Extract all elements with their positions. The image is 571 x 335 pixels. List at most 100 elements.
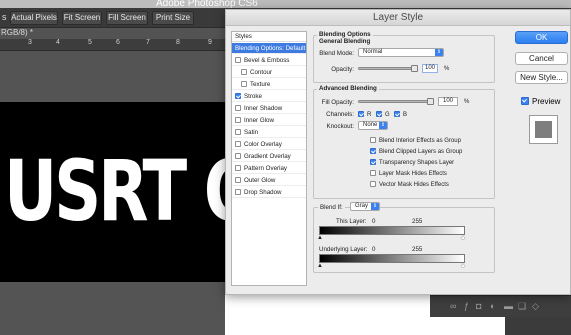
this-layer-white-slider[interactable]: ▲: [460, 235, 466, 241]
actual-pixels-button[interactable]: Actual Pixels: [10, 11, 58, 25]
blend-mode-select[interactable]: Normal ⇕: [358, 48, 444, 57]
styles-header[interactable]: Styles: [232, 32, 306, 42]
general-blending-title: General Blending: [319, 38, 371, 45]
link-icon[interactable]: ∞: [450, 301, 456, 311]
underlying-layer-gradient[interactable]: [319, 254, 465, 263]
print-size-button[interactable]: Print Size: [152, 11, 194, 25]
style-item-pattern-overlay[interactable]: Pattern Overlay: [232, 163, 306, 174]
fx-icon[interactable]: ƒ: [464, 301, 469, 311]
fill-opacity-slider[interactable]: [358, 98, 434, 105]
preview-checkbox[interactable]: Preview: [521, 97, 560, 106]
style-item-color-overlay[interactable]: Color Overlay: [232, 139, 306, 150]
style-item-label: Satin: [244, 129, 259, 136]
style-item-drop-shadow[interactable]: Drop Shadow: [232, 187, 306, 198]
this-layer-gradient[interactable]: [319, 226, 465, 235]
advanced-blending-title: Advanced Blending: [317, 85, 379, 92]
style-item-label: Inner Shadow: [244, 105, 283, 112]
ok-button[interactable]: OK: [515, 31, 568, 44]
style-item-inner-glow[interactable]: Inner Glow: [232, 115, 306, 126]
style-item-label: Drop Shadow: [244, 189, 282, 196]
option-label: Blend Interior Effects as Group: [379, 138, 461, 144]
this-layer-black-slider[interactable]: ▲: [317, 235, 323, 241]
style-item-contour[interactable]: Contour: [232, 67, 306, 78]
adjustment-icon[interactable]: ◐: [490, 301, 495, 311]
vector-mask-hides-effects-checkbox[interactable]: Vector Mask Hides Effects: [370, 181, 449, 188]
ruler-tick: 4: [56, 39, 60, 46]
checkbox-checked[interactable]: [521, 97, 529, 105]
checkbox[interactable]: [235, 129, 241, 135]
opacity-slider[interactable]: [358, 65, 418, 72]
new-layer-icon[interactable]: ❑: [518, 301, 526, 312]
checkbox[interactable]: [235, 141, 241, 147]
style-item-texture[interactable]: Texture: [232, 79, 306, 90]
style-item-bevel-emboss[interactable]: Bevel & Emboss: [232, 55, 306, 66]
blend-mode-value: Normal: [363, 49, 383, 55]
dialog-title: Layer Style: [226, 10, 570, 26]
mask-icon[interactable]: ◘: [476, 301, 481, 311]
blend-if-value: Gray: [355, 203, 369, 209]
ruler-tick: 7: [146, 39, 150, 46]
chevron-updown-icon: ⇕: [371, 203, 379, 210]
cancel-button[interactable]: Cancel: [515, 52, 568, 65]
checkbox[interactable]: [370, 137, 376, 143]
checkbox-checked[interactable]: [358, 111, 364, 117]
underlying-layer-min: 0: [372, 246, 376, 253]
checkbox[interactable]: [235, 105, 241, 111]
style-item-label: Bevel & Emboss: [244, 57, 290, 64]
option-label: Transparency Shapes Layer: [379, 160, 455, 166]
checkbox[interactable]: [235, 177, 241, 183]
fill-opacity-slider-handle[interactable]: [427, 98, 434, 105]
underlying-layer-label: Underlying Layer:: [319, 246, 368, 253]
general-blending-group: Blending Options General Blending Blend …: [313, 31, 495, 83]
underlying-layer-white-slider[interactable]: ▲: [460, 263, 466, 269]
canvas-text: USRT O: [4, 142, 225, 240]
checkbox-checked[interactable]: [235, 93, 241, 99]
trash-icon[interactable]: ◇: [532, 301, 539, 312]
new-style-button[interactable]: New Style...: [515, 71, 568, 84]
checkbox[interactable]: [235, 117, 241, 123]
checkbox[interactable]: [241, 69, 247, 75]
style-item-blending-options[interactable]: Blending Options: Default: [232, 43, 306, 54]
layer-mask-hides-effects-checkbox[interactable]: Layer Mask Hides Effects: [370, 170, 447, 177]
transparency-shapes-layer-checkbox[interactable]: Transparency Shapes Layer: [370, 159, 454, 166]
channel-b-checkbox[interactable]: B: [394, 111, 407, 118]
checkbox-checked[interactable]: [370, 159, 376, 165]
fill-opacity-input[interactable]: 100: [438, 97, 458, 106]
style-item-satin[interactable]: Satin: [232, 127, 306, 138]
menu-bar: Adobe Photoshop CS6: [0, 0, 571, 9]
layer-style-dialog: Layer Style Styles Blending Options: Def…: [225, 9, 571, 295]
underlying-layer-black-slider[interactable]: ▲: [317, 263, 323, 269]
blend-if-select[interactable]: Gray ⇕: [350, 202, 380, 211]
folder-icon[interactable]: ▬: [504, 301, 513, 311]
fill-opacity-unit: %: [464, 99, 470, 105]
checkbox[interactable]: [235, 189, 241, 195]
channel-g-checkbox[interactable]: G: [376, 111, 390, 118]
channel-r-label: R: [367, 112, 372, 118]
style-item-stroke[interactable]: Stroke: [232, 91, 306, 102]
checkbox[interactable]: [235, 153, 241, 159]
fit-screen-button[interactable]: Fit Screen: [62, 11, 102, 25]
document-canvas[interactable]: USRT O: [0, 102, 225, 282]
checkbox[interactable]: [241, 81, 247, 87]
document-tab[interactable]: RGB/8) *: [0, 28, 225, 39]
channel-r-checkbox[interactable]: R: [358, 111, 371, 118]
checkbox-checked[interactable]: [370, 148, 376, 154]
knockout-select[interactable]: None ⇕: [358, 121, 388, 130]
style-item-label: Inner Glow: [244, 117, 274, 124]
fill-screen-button[interactable]: Fill Screen: [106, 11, 148, 25]
blend-interior-effects-checkbox[interactable]: Blend Interior Effects as Group: [370, 137, 461, 144]
knockout-label: Knockout:: [326, 123, 354, 130]
checkbox[interactable]: [370, 170, 376, 176]
checkbox[interactable]: [235, 57, 241, 63]
checkbox-checked[interactable]: [394, 111, 400, 117]
blend-clipped-layers-checkbox[interactable]: Blend Clipped Layers as Group: [370, 148, 462, 155]
checkbox[interactable]: [235, 165, 241, 171]
style-item-gradient-overlay[interactable]: Gradient Overlay: [232, 151, 306, 162]
opacity-input[interactable]: 100: [422, 64, 438, 73]
preview-swatch: [529, 115, 558, 144]
style-item-inner-shadow[interactable]: Inner Shadow: [232, 103, 306, 114]
checkbox-checked[interactable]: [376, 111, 382, 117]
opacity-slider-handle[interactable]: [411, 65, 418, 72]
checkbox[interactable]: [370, 181, 376, 187]
style-item-outer-glow[interactable]: Outer Glow: [232, 175, 306, 186]
